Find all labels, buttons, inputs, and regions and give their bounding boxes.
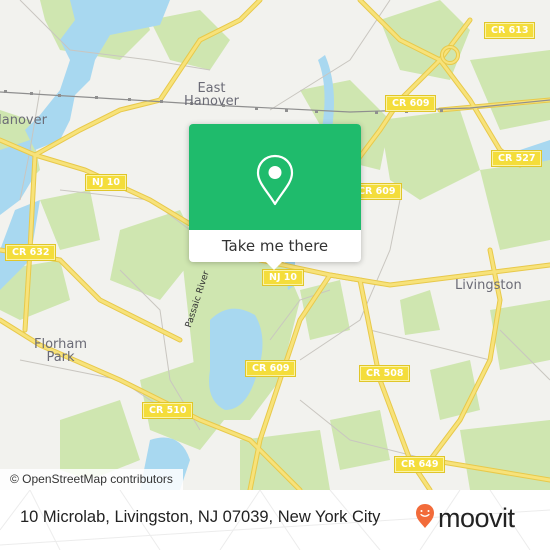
place-label-east-hanover: East Hanover bbox=[184, 82, 239, 108]
location-popup[interactable]: Take me there bbox=[189, 124, 361, 270]
place-label-line: Livingston bbox=[455, 278, 522, 293]
moovit-logo[interactable]: moovit bbox=[415, 500, 515, 536]
take-me-there-button[interactable]: Take me there bbox=[189, 230, 361, 262]
route-shield-cr-632: CR 632 bbox=[4, 244, 57, 261]
place-label-livingston: Livingston bbox=[455, 279, 522, 292]
popup-header[interactable] bbox=[189, 124, 361, 230]
place-label-hanover: Hanover bbox=[0, 114, 47, 127]
place-label-line: Park bbox=[46, 350, 75, 365]
route-shield-cr-609: CR 609 bbox=[384, 95, 437, 112]
place-label-line: Hanover bbox=[0, 113, 47, 128]
route-shield-nj-10: NJ 10 bbox=[84, 174, 128, 191]
route-shield-cr-613: CR 613 bbox=[483, 22, 536, 39]
moovit-pin-icon bbox=[415, 503, 435, 533]
place-label-line: Hanover bbox=[184, 94, 239, 109]
moovit-wordmark: moovit bbox=[438, 502, 515, 533]
route-shield-cr-510: CR 510 bbox=[141, 402, 194, 419]
place-label-florham-park: Florham Park bbox=[34, 338, 87, 364]
route-shield-cr-508: CR 508 bbox=[358, 365, 411, 382]
route-shield-cr-609: CR 609 bbox=[244, 360, 297, 377]
popup-tail bbox=[265, 261, 283, 270]
map-attribution[interactable]: © OpenStreetMap contributors bbox=[0, 469, 183, 490]
footer: 10 Microlab, Livingston, NJ 07039, New Y… bbox=[0, 490, 550, 550]
route-shield-nj-10: NJ 10 bbox=[261, 269, 305, 286]
map[interactable]: East Hanover Hanover Livingston Florham … bbox=[0, 0, 550, 490]
address-text: 10 Microlab, Livingston, NJ 07039, New Y… bbox=[20, 508, 381, 526]
attribution-text[interactable]: © OpenStreetMap contributors bbox=[10, 472, 173, 486]
route-shield-cr-527: CR 527 bbox=[490, 150, 543, 167]
route-shield-cr-649: CR 649 bbox=[393, 456, 446, 473]
